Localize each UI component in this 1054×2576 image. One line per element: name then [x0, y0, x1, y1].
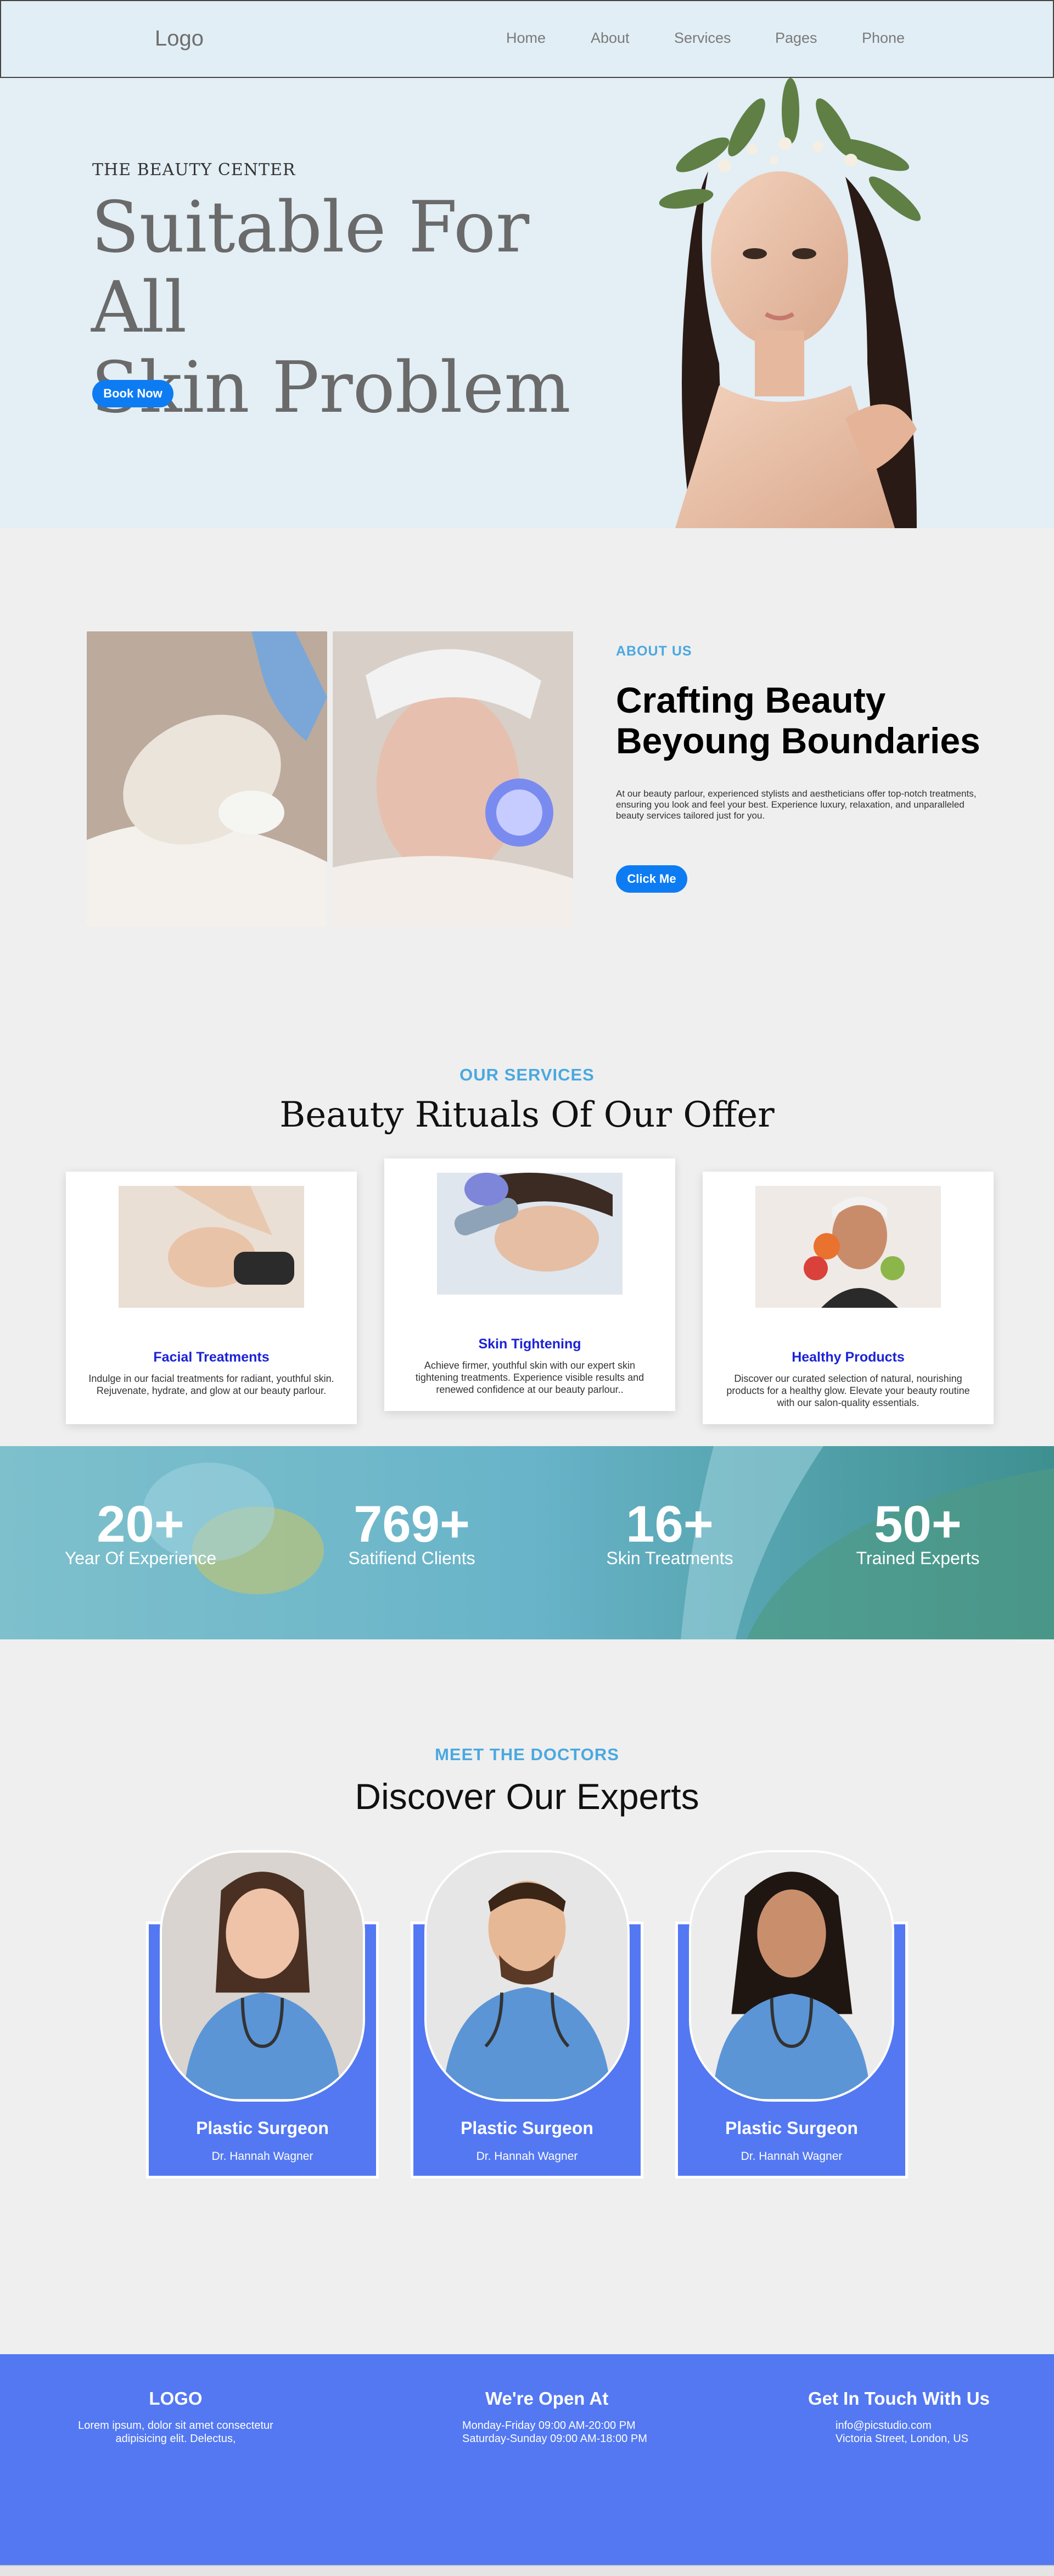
- doctor-name-3: Dr. Hannah Wagner: [741, 2150, 843, 2163]
- services-eyebrow: OUR SERVICES: [459, 1065, 595, 1084]
- hero-title-line2: Skin Problem: [91, 347, 571, 429]
- top-navbar: Logo Home About Services Pages Phone: [0, 0, 1054, 78]
- nav-services[interactable]: Services: [674, 30, 731, 47]
- click-me-button[interactable]: Click Me: [616, 865, 687, 893]
- footer-contact-text: info@picstudio.com Victoria Street, Lond…: [808, 2419, 1017, 2445]
- hero-eyebrow: THE BEAUTY CENTER: [92, 160, 296, 180]
- footer-about-line2: adipisicing elit. Delectus,: [115, 2433, 236, 2445]
- book-now-button[interactable]: Book Now: [92, 380, 173, 407]
- about-title-line2: Beyoung Boundaries: [616, 720, 980, 761]
- nav-about[interactable]: About: [591, 30, 630, 47]
- nav-home[interactable]: Home: [506, 30, 546, 47]
- service-card-products[interactable]: Healthy Products Discover our curated se…: [703, 1172, 994, 1424]
- stat-experts: 50+ Trained Experts: [830, 1495, 1006, 1569]
- stat-experience-number: 20+: [97, 1495, 184, 1553]
- doctor-photo-1: [160, 1850, 365, 2102]
- doctor-name-2: Dr. Hannah Wagner: [476, 2150, 578, 2163]
- doctors-eyebrow: MEET THE DOCTORS: [435, 1745, 619, 1764]
- nav-phone[interactable]: Phone: [862, 30, 905, 47]
- stat-treatments-label: Skin Treatments: [606, 1548, 733, 1568]
- service-card-skin-tightening[interactable]: Skin Tightening Achieve firmer, youthful…: [384, 1158, 675, 1411]
- about-title-line1: Crafting Beauty: [616, 680, 886, 720]
- footer-email-link[interactable]: info@picstudio.com: [836, 2419, 1017, 2432]
- footer-hours-weekend: Saturday-Sunday 09:00 AM-18:00 PM: [462, 2433, 647, 2445]
- healthy-products-image: [755, 1186, 941, 1308]
- site-logo[interactable]: Logo: [155, 26, 204, 51]
- stat-treatments-number: 16+: [626, 1495, 714, 1553]
- site-footer: LOGO Lorem ipsum, dolor sit amet consect…: [0, 2354, 1054, 2565]
- footer-logo[interactable]: LOGO: [60, 2388, 291, 2409]
- footer-about-line1: Lorem ipsum, dolor sit amet consectetur: [78, 2420, 273, 2432]
- footer-hours-text: Monday-Friday 09:00 AM-20:00 PM Saturday…: [462, 2419, 671, 2445]
- service-title-facial: Facial Treatments: [153, 1349, 270, 1365]
- about-description: At our beauty parlour, experienced styli…: [616, 788, 977, 821]
- facial-mask-image: [87, 631, 327, 927]
- hero-title: Suitable For All Skin Problem: [91, 188, 640, 428]
- footer-col-hours: We're Open At Monday-Friday 09:00 AM-20:…: [462, 2388, 671, 2445]
- footer-col-logo: LOGO Lorem ipsum, dolor sit amet consect…: [60, 2388, 291, 2445]
- footer-col-contact: Get In Touch With Us info@picstudio.com …: [808, 2388, 1017, 2445]
- stat-experts-label: Trained Experts: [856, 1548, 980, 1568]
- doctor-name-1: Dr. Hannah Wagner: [211, 2150, 313, 2163]
- doctor-photo-2: [424, 1850, 630, 2102]
- stats-banner: 20+ Year Of Experience 769+ Satifiend Cl…: [0, 1446, 1054, 1639]
- footer-hours-weekday: Monday-Friday 09:00 AM-20:00 PM: [462, 2420, 636, 2432]
- footer-about-text: Lorem ipsum, dolor sit amet consectetur …: [60, 2419, 291, 2445]
- service-title-products: Healthy Products: [792, 1349, 905, 1365]
- doctor-role-2: Plastic Surgeon: [461, 2118, 593, 2138]
- stat-experience: 20+ Year Of Experience: [53, 1495, 228, 1569]
- facial-treatment-image: [119, 1186, 304, 1308]
- services-title: Beauty Rituals Of Our Offer: [279, 1095, 775, 1135]
- hero-model-image: [659, 78, 921, 528]
- service-title-skin-tightening: Skin Tightening: [478, 1336, 581, 1352]
- stat-clients-number: 769+: [354, 1495, 470, 1553]
- doctor-photo-3: [689, 1850, 894, 2102]
- service-desc-skin-tightening: Achieve firmer, youthful skin with our e…: [415, 1360, 644, 1395]
- about-eyebrow: ABOUT US: [616, 643, 692, 659]
- doctor-role-1: Plastic Surgeon: [196, 2118, 329, 2138]
- hero-section: THE BEAUTY CENTER Suitable For All Skin …: [0, 78, 1054, 528]
- service-card-facial[interactable]: Facial Treatments Indulge in our facial …: [66, 1172, 357, 1424]
- stat-experts-number: 50+: [874, 1495, 962, 1553]
- stat-clients-label: Satifiend Clients: [348, 1548, 475, 1568]
- footer-hours-heading: We're Open At: [485, 2388, 609, 2409]
- stat-clients: 769+ Satifiend Clients: [324, 1495, 500, 1569]
- footer-contact-heading: Get In Touch With Us: [808, 2388, 990, 2409]
- led-therapy-image: [333, 631, 573, 927]
- doctor-role-3: Plastic Surgeon: [725, 2118, 858, 2138]
- page-bottom-bar: [0, 2565, 1054, 2576]
- doctors-title: Discover Our Experts: [355, 1776, 699, 1817]
- stat-treatments: 16+ Skin Treatments: [582, 1495, 758, 1569]
- skin-tightening-image: [437, 1173, 623, 1295]
- nav-pages[interactable]: Pages: [775, 30, 817, 47]
- footer-address: Victoria Street, London, US: [836, 2433, 968, 2445]
- service-desc-products: Discover our curated selection of natura…: [726, 1373, 970, 1408]
- hero-title-line1: Suitable For All: [91, 187, 530, 349]
- stat-experience-label: Year Of Experience: [64, 1548, 217, 1568]
- service-desc-facial: Indulge in our facial treatments for rad…: [88, 1373, 334, 1396]
- about-title: Crafting Beauty Beyoung Boundaries: [616, 680, 1011, 761]
